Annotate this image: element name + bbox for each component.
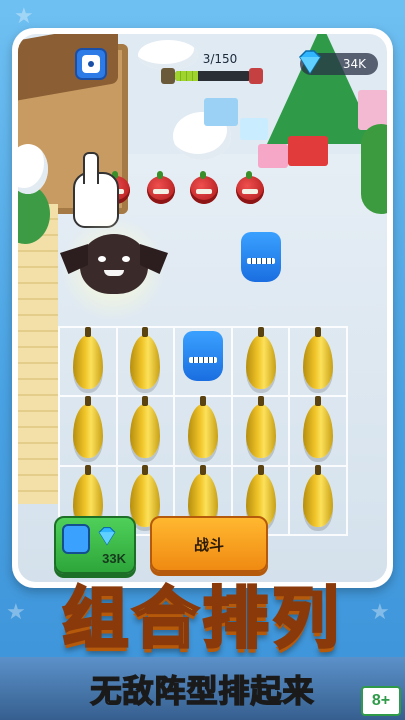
- promo-subtitle-banner: 无敌阵型排起来: [0, 657, 405, 720]
- progress-fill: [175, 71, 198, 81]
- merge-grid: [58, 326, 348, 536]
- phone-frame: 3/150 34K 33K 战斗: [12, 28, 393, 588]
- banana-unit[interactable]: [239, 395, 282, 462]
- blue-monster[interactable]: [182, 330, 223, 381]
- fight-button[interactable]: 战斗: [150, 516, 268, 572]
- banana-unit[interactable]: [181, 395, 224, 462]
- gift-box: [204, 98, 238, 126]
- banana-unit[interactable]: [124, 326, 167, 393]
- banana-unit[interactable]: [66, 395, 109, 462]
- progress-track: [175, 71, 251, 81]
- blue-monster[interactable]: [241, 232, 281, 282]
- grid-cell[interactable]: [231, 326, 290, 397]
- apple-monster: [147, 171, 175, 204]
- banana-unit[interactable]: [297, 465, 340, 532]
- buy-price: 33K: [102, 551, 126, 566]
- level-progress: [161, 68, 263, 84]
- grid-cell[interactable]: [174, 327, 232, 397]
- enemy-portrait-icon: [161, 68, 175, 84]
- banana-unit[interactable]: [297, 395, 340, 462]
- bat-mouth: [104, 270, 124, 276]
- grid-cell[interactable]: [289, 395, 347, 466]
- grid-cell[interactable]: [289, 465, 347, 535]
- banana-unit[interactable]: [124, 395, 167, 462]
- gem-counter: 34K: [299, 50, 378, 75]
- bat-eye: [122, 256, 130, 262]
- age-rating-badge: 8+: [361, 686, 401, 716]
- grid-cell[interactable]: [116, 395, 175, 466]
- banana-unit[interactable]: [66, 326, 109, 393]
- gift-box: [240, 118, 268, 140]
- monster-teeth: [247, 258, 275, 264]
- gem-value: 34K: [342, 57, 366, 71]
- grid-cell[interactable]: [59, 395, 117, 466]
- gift-box: [258, 144, 288, 168]
- apple-monster: [190, 171, 218, 204]
- blue-monster-icon: [62, 524, 90, 554]
- diamond-icon: [98, 526, 116, 546]
- age-rating: 8+: [371, 692, 391, 709]
- diamond-icon: [299, 50, 321, 75]
- grid-cell[interactable]: [174, 395, 232, 466]
- brick-path: [18, 204, 58, 504]
- banana-unit[interactable]: [239, 326, 282, 393]
- monster-face-icon: [82, 55, 100, 73]
- level-counter: 3/150: [202, 52, 238, 66]
- bat-monster[interactable]: [60, 234, 168, 294]
- monster-teeth: [188, 356, 217, 363]
- apple-monster: [236, 171, 264, 204]
- snowball: [138, 40, 198, 70]
- grid-cell[interactable]: [116, 326, 175, 397]
- menu-button[interactable]: [75, 48, 107, 80]
- grid-cell[interactable]: [231, 395, 290, 466]
- promo-subtitle: 无敌阵型排起来: [90, 673, 315, 711]
- promo-title: 组合排列: [61, 579, 343, 659]
- grid-cell[interactable]: [59, 326, 117, 397]
- bat-eye: [98, 256, 106, 262]
- fight-label: 战斗: [193, 535, 224, 554]
- game-screen: 3/150 34K 33K 战斗: [18, 34, 387, 582]
- boss-portrait-icon: [249, 68, 263, 84]
- banana-unit[interactable]: [297, 326, 340, 393]
- gift-box: [288, 136, 328, 166]
- grid-cell[interactable]: [289, 326, 347, 397]
- star-decoration: ★: [14, 4, 34, 29]
- bush-right: [361, 124, 387, 214]
